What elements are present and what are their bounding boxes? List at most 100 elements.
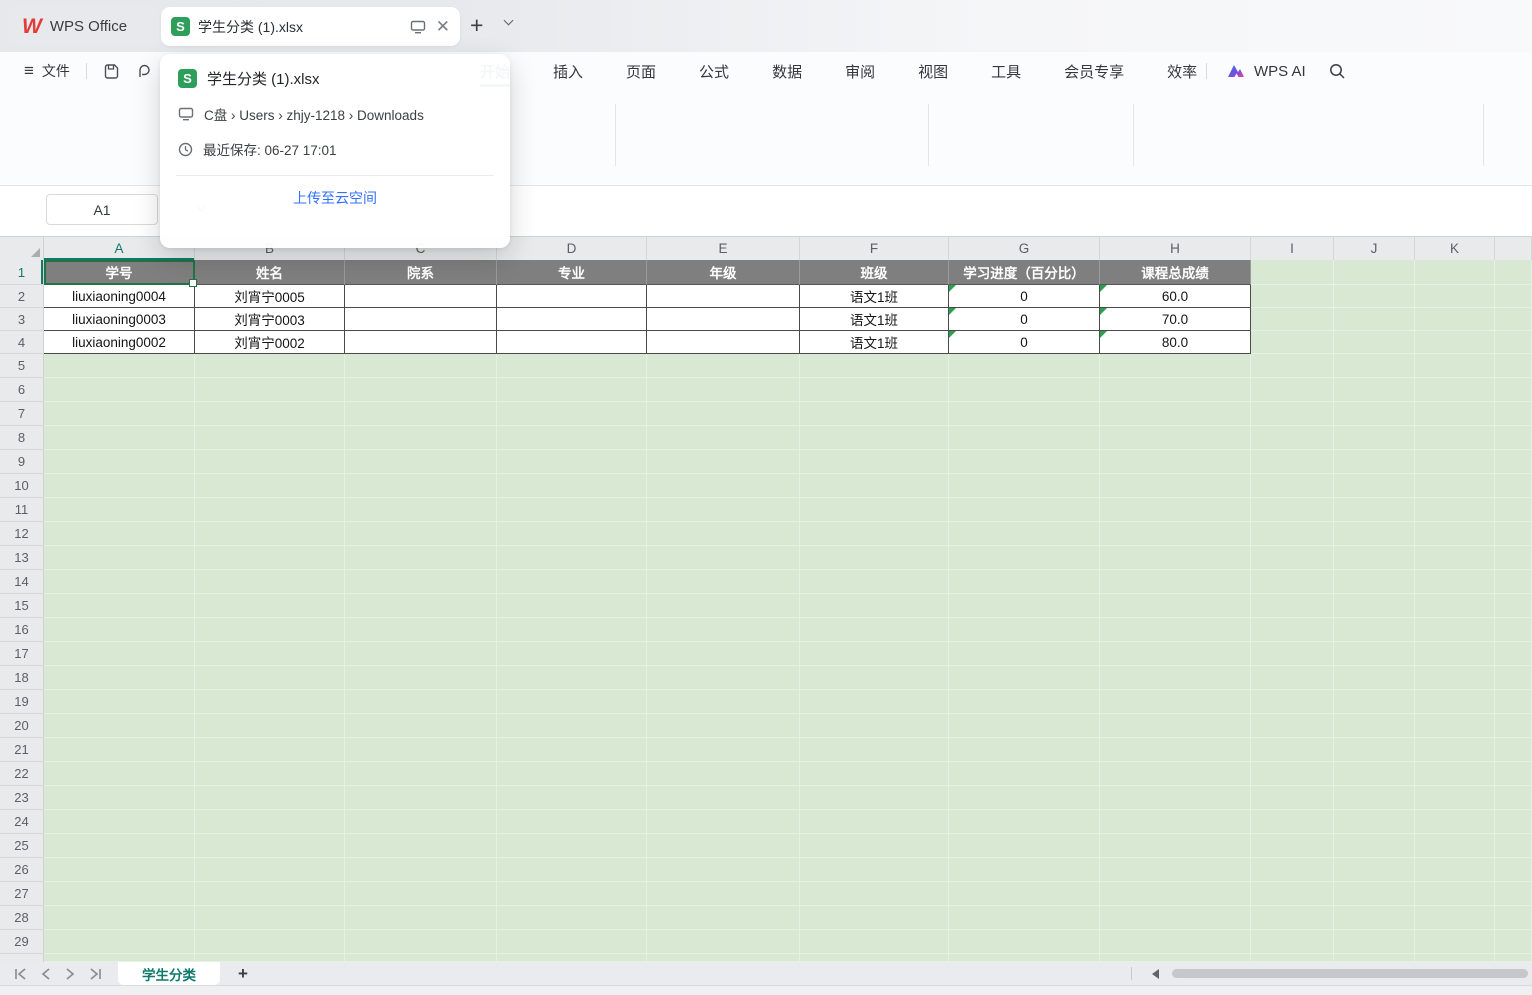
cell-E18[interactable] — [647, 666, 800, 690]
horizontal-scrollbar[interactable] — [1172, 969, 1528, 978]
cell-B14[interactable] — [195, 570, 345, 594]
cell-K9[interactable] — [1415, 450, 1495, 474]
search-icon[interactable] — [1328, 62, 1346, 80]
cell-B2[interactable]: 刘宵宁0005 — [195, 285, 345, 308]
cell-D7[interactable] — [497, 402, 647, 426]
cell-B27[interactable] — [195, 882, 345, 906]
cell-I26[interactable] — [1251, 858, 1334, 882]
cell-J25[interactable] — [1334, 834, 1415, 858]
cell-X26[interactable] — [1495, 858, 1532, 882]
row-header-30[interactable] — [0, 954, 44, 962]
cell-K1[interactable] — [1415, 260, 1495, 285]
column-header-D[interactable]: D — [497, 237, 647, 261]
row-header-26[interactable]: 26 — [0, 858, 44, 882]
cell-A21[interactable] — [44, 738, 195, 762]
cell-I19[interactable] — [1251, 690, 1334, 714]
cell-G28[interactable] — [949, 906, 1100, 930]
cell-K24[interactable] — [1415, 810, 1495, 834]
scroll-left-icon[interactable] — [1152, 969, 1159, 979]
cell-B21[interactable] — [195, 738, 345, 762]
cell-I5[interactable] — [1251, 354, 1334, 378]
cell-J24[interactable] — [1334, 810, 1415, 834]
cell-H17[interactable] — [1100, 642, 1251, 666]
cell-K22[interactable] — [1415, 762, 1495, 786]
column-header-partial[interactable] — [1495, 237, 1532, 261]
row-header-10[interactable]: 10 — [0, 474, 44, 498]
cell-K18[interactable] — [1415, 666, 1495, 690]
cell-E6[interactable] — [647, 378, 800, 402]
cell-D2[interactable] — [497, 285, 647, 308]
row-header-16[interactable]: 16 — [0, 618, 44, 642]
cell-D15[interactable] — [497, 594, 647, 618]
cell-C8[interactable] — [345, 426, 497, 450]
cell-I16[interactable] — [1251, 618, 1334, 642]
row-header-7[interactable]: 7 — [0, 402, 44, 426]
row-header-13[interactable]: 13 — [0, 546, 44, 570]
menu-tab-9[interactable]: 会员专享 — [1046, 52, 1142, 90]
cell-H9[interactable] — [1100, 450, 1251, 474]
cell-H30[interactable] — [1100, 954, 1251, 962]
cell-C23[interactable] — [345, 786, 497, 810]
cell-I27[interactable] — [1251, 882, 1334, 906]
cell-X5[interactable] — [1495, 354, 1532, 378]
cell-G6[interactable] — [949, 378, 1100, 402]
cell-X16[interactable] — [1495, 618, 1532, 642]
cell-C6[interactable] — [345, 378, 497, 402]
cell-K17[interactable] — [1415, 642, 1495, 666]
cell-I30[interactable] — [1251, 954, 1334, 962]
file-menu[interactable]: 文件 — [42, 61, 70, 81]
cell-E24[interactable] — [647, 810, 800, 834]
cell-F17[interactable] — [800, 642, 949, 666]
cell-E20[interactable] — [647, 714, 800, 738]
cell-A20[interactable] — [44, 714, 195, 738]
cell-C19[interactable] — [345, 690, 497, 714]
cell-A19[interactable] — [44, 690, 195, 714]
cell-I11[interactable] — [1251, 498, 1334, 522]
cell-X19[interactable] — [1495, 690, 1532, 714]
cell-I23[interactable] — [1251, 786, 1334, 810]
row-header-21[interactable]: 21 — [0, 738, 44, 762]
cell-E13[interactable] — [647, 546, 800, 570]
sheet-tab-1[interactable]: 学生分类 — [118, 962, 220, 985]
cell-E14[interactable] — [647, 570, 800, 594]
cell-D20[interactable] — [497, 714, 647, 738]
cell-G30[interactable] — [949, 954, 1100, 962]
cell-H21[interactable] — [1100, 738, 1251, 762]
cell-G22[interactable] — [949, 762, 1100, 786]
cell-X13[interactable] — [1495, 546, 1532, 570]
cell-H2[interactable]: 60.0 — [1100, 285, 1251, 308]
cell-E9[interactable] — [647, 450, 800, 474]
cell-G14[interactable] — [949, 570, 1100, 594]
cell-J23[interactable] — [1334, 786, 1415, 810]
cell-H13[interactable] — [1100, 546, 1251, 570]
name-box[interactable]: A1 — [46, 194, 158, 225]
cell-H7[interactable] — [1100, 402, 1251, 426]
cell-J21[interactable] — [1334, 738, 1415, 762]
cell-A6[interactable] — [44, 378, 195, 402]
save-icon[interactable] — [103, 63, 120, 80]
column-header-G[interactable]: G — [949, 237, 1100, 261]
cell-C18[interactable] — [345, 666, 497, 690]
row-header-2[interactable]: 2 — [0, 285, 44, 308]
cell-B13[interactable] — [195, 546, 345, 570]
row-header-29[interactable]: 29 — [0, 930, 44, 954]
cell-F15[interactable] — [800, 594, 949, 618]
cell-C11[interactable] — [345, 498, 497, 522]
menu-tab-5[interactable]: 数据 — [754, 52, 820, 90]
cell-C9[interactable] — [345, 450, 497, 474]
cell-A8[interactable] — [44, 426, 195, 450]
cell-A30[interactable] — [44, 954, 195, 962]
cell-H23[interactable] — [1100, 786, 1251, 810]
cell-I7[interactable] — [1251, 402, 1334, 426]
cell-H20[interactable] — [1100, 714, 1251, 738]
cell-K2[interactable] — [1415, 285, 1495, 308]
cell-G25[interactable] — [949, 834, 1100, 858]
cell-G12[interactable] — [949, 522, 1100, 546]
cell-G13[interactable] — [949, 546, 1100, 570]
cell-H8[interactable] — [1100, 426, 1251, 450]
cell-X10[interactable] — [1495, 474, 1532, 498]
cell-F11[interactable] — [800, 498, 949, 522]
hamburger-menu-icon[interactable]: ≡ — [24, 61, 34, 81]
cell-G10[interactable] — [949, 474, 1100, 498]
cell-F23[interactable] — [800, 786, 949, 810]
